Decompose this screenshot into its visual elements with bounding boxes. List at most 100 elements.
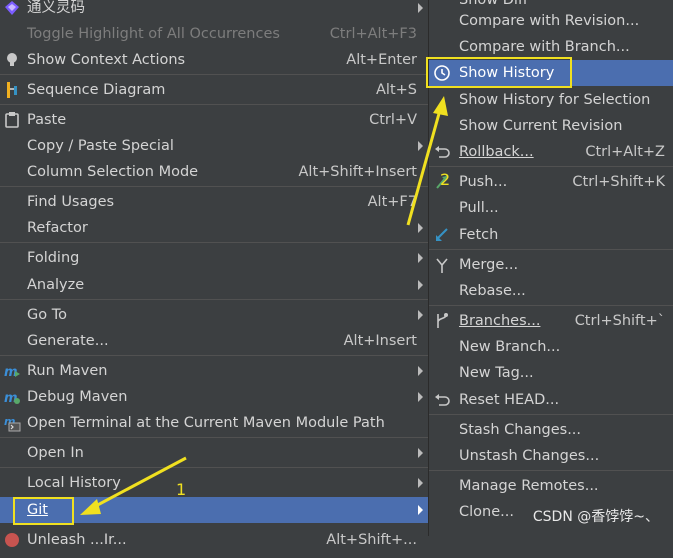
- shortcut-label: Ctrl+Shift+`: [574, 313, 665, 329]
- menu-item-label: Show Context Actions: [27, 52, 186, 68]
- shortcut-label: Alt+Shift+Insert: [298, 164, 417, 180]
- submenu-item-rebase[interactable]: Rebase...: [429, 278, 673, 304]
- submenu-arrow-icon: [416, 245, 426, 271]
- submenu-arrow-icon: [416, 358, 426, 384]
- menu-item-generate[interactable]: Generate... Alt+Insert: [0, 328, 428, 354]
- submenu-item-current-revision[interactable]: Show Current Revision: [429, 113, 673, 139]
- menu-item-label: Branches...: [459, 313, 541, 329]
- editor-context-menu: 通义灵码 Toggle Highlight of All Occurrences…: [0, 0, 429, 548]
- menu-item-label: Refactor: [27, 220, 88, 236]
- menu-item-label: Pull...: [459, 200, 499, 216]
- submenu-arrow-icon: [416, 302, 426, 328]
- submenu-item-stash[interactable]: Stash Changes...: [429, 417, 673, 443]
- menu-item-label: Open In: [27, 445, 84, 461]
- partial-icon: [3, 531, 21, 549]
- menu-item-label: Local History: [27, 475, 121, 491]
- sequence-diagram-icon: [3, 81, 21, 99]
- maven-run-icon: m: [3, 362, 21, 380]
- menu-item-sequence-diagram[interactable]: Sequence Diagram Alt+S: [0, 77, 428, 103]
- menu-item-show-context-actions[interactable]: Show Context Actions Alt+Enter: [0, 47, 428, 73]
- menu-item-toggle-highlight[interactable]: Toggle Highlight of All Occurrences Ctrl…: [0, 21, 428, 47]
- menu-separator: [0, 437, 428, 438]
- submenu-arrow-icon: [416, 272, 426, 298]
- menu-item-label: Debug Maven: [27, 389, 128, 405]
- submenu-item-merge[interactable]: Merge...: [429, 252, 673, 278]
- shortcut-label: Alt+Insert: [343, 333, 417, 349]
- submenu-item-compare-revision[interactable]: Compare with Revision...: [429, 8, 673, 34]
- menu-item-label: Rollback...: [459, 144, 534, 160]
- menu-item-label: Go To: [27, 307, 67, 323]
- submenu-item-history-selection[interactable]: Show History for Selection: [429, 87, 673, 113]
- reset-icon: [433, 391, 451, 409]
- menu-item-run-maven[interactable]: m Run Maven: [0, 358, 428, 384]
- maven-terminal-icon: m: [3, 414, 21, 432]
- menu-item-copy-paste-special[interactable]: Copy / Paste Special: [0, 133, 428, 159]
- menu-item-label: Show History for Selection: [459, 92, 651, 108]
- menu-item-label: Sequence Diagram: [27, 82, 166, 98]
- menu-item-paste[interactable]: Paste Ctrl+V: [0, 107, 428, 133]
- menu-item-label: 通义灵码: [27, 0, 85, 16]
- menu-item-label: Folding: [27, 250, 80, 266]
- shortcut-label: Ctrl+Alt+Z: [585, 144, 665, 160]
- menu-item-label: Compare with Revision...: [459, 13, 640, 29]
- menu-item-refactor[interactable]: Refactor: [0, 215, 428, 241]
- menu-item-tongyi[interactable]: 通义灵码: [0, 0, 428, 21]
- menu-item-find-usages[interactable]: Find Usages Alt+F7: [0, 189, 428, 215]
- shortcut-label: Alt+Enter: [346, 52, 417, 68]
- submenu-arrow-icon: [416, 215, 426, 241]
- menu-item-cut-off[interactable]: Unleash ...Ir... Alt+Shift+...: [0, 527, 428, 553]
- branch-icon: [433, 312, 451, 330]
- menu-separator: [429, 249, 673, 250]
- submenu-arrow-icon: [416, 440, 426, 466]
- submenu-arrow-icon: [416, 0, 426, 21]
- menu-item-label: Manage Remotes...: [459, 478, 599, 494]
- menu-item-open-terminal-maven[interactable]: m Open Terminal at the Current Maven Mod…: [0, 410, 428, 436]
- menu-item-column-selection[interactable]: Column Selection Mode Alt+Shift+Insert: [0, 159, 428, 185]
- watermark: CSDN @香饽饽~、: [532, 509, 659, 525]
- menu-item-label: Unleash ...Ir...: [27, 532, 127, 548]
- menu-item-label: Toggle Highlight of All Occurrences: [27, 26, 280, 42]
- menu-separator: [0, 299, 428, 300]
- menu-item-debug-maven[interactable]: m Debug Maven: [0, 384, 428, 410]
- submenu-item-unstash[interactable]: Unstash Changes...: [429, 443, 673, 469]
- menu-separator: [429, 470, 673, 471]
- submenu-item-pull[interactable]: Pull...: [429, 195, 673, 221]
- menu-item-label: Clone...: [459, 504, 514, 520]
- annotation-number-2: 2: [440, 170, 451, 189]
- menu-item-label: Merge...: [459, 257, 519, 273]
- menu-item-label: New Branch...: [459, 339, 561, 355]
- submenu-item-manage-remotes[interactable]: Manage Remotes...: [429, 473, 673, 499]
- merge-icon: [433, 256, 451, 274]
- menu-item-label: Rebase...: [459, 283, 526, 299]
- menu-item-go-to[interactable]: Go To: [0, 302, 428, 328]
- submenu-item-new-branch[interactable]: New Branch...: [429, 334, 673, 360]
- menu-item-label: Stash Changes...: [459, 422, 582, 438]
- menu-item-folding[interactable]: Folding: [0, 245, 428, 271]
- menu-separator: [429, 305, 673, 306]
- submenu-arrow-icon: [416, 470, 426, 496]
- menu-item-label: Copy / Paste Special: [27, 138, 174, 154]
- rollback-icon: [433, 143, 451, 161]
- shortcut-label: Alt+F7: [367, 194, 417, 210]
- submenu-item-rollback[interactable]: Rollback... Ctrl+Alt+Z: [429, 139, 673, 165]
- annotation-highlight-git: [13, 497, 74, 525]
- menu-item-label: Find Usages: [27, 194, 115, 210]
- submenu-item-push[interactable]: Push... Ctrl+Shift+K: [429, 169, 673, 195]
- menu-item-open-in[interactable]: Open In: [0, 440, 428, 466]
- menu-item-analyze[interactable]: Analyze: [0, 272, 428, 298]
- submenu-item-fetch[interactable]: Fetch: [429, 222, 673, 248]
- menu-item-label: Column Selection Mode: [27, 164, 199, 180]
- submenu-item-branches[interactable]: Branches... Ctrl+Shift+`: [429, 308, 673, 334]
- shortcut-label: Ctrl+V: [369, 112, 417, 128]
- fetch-icon: [433, 226, 451, 244]
- menu-separator: [0, 467, 428, 468]
- menu-separator: [429, 414, 673, 415]
- menu-item-local-history[interactable]: Local History: [0, 470, 428, 496]
- tongyi-icon: [3, 0, 21, 17]
- submenu-item-reset-head[interactable]: Reset HEAD...: [429, 387, 673, 413]
- menu-item-label: Paste: [27, 112, 67, 128]
- menu-item-label: Fetch: [459, 227, 499, 243]
- menu-separator: [0, 186, 428, 187]
- submenu-item-new-tag[interactable]: New Tag...: [429, 360, 673, 386]
- shortcut-label: Ctrl+Shift+K: [572, 174, 665, 190]
